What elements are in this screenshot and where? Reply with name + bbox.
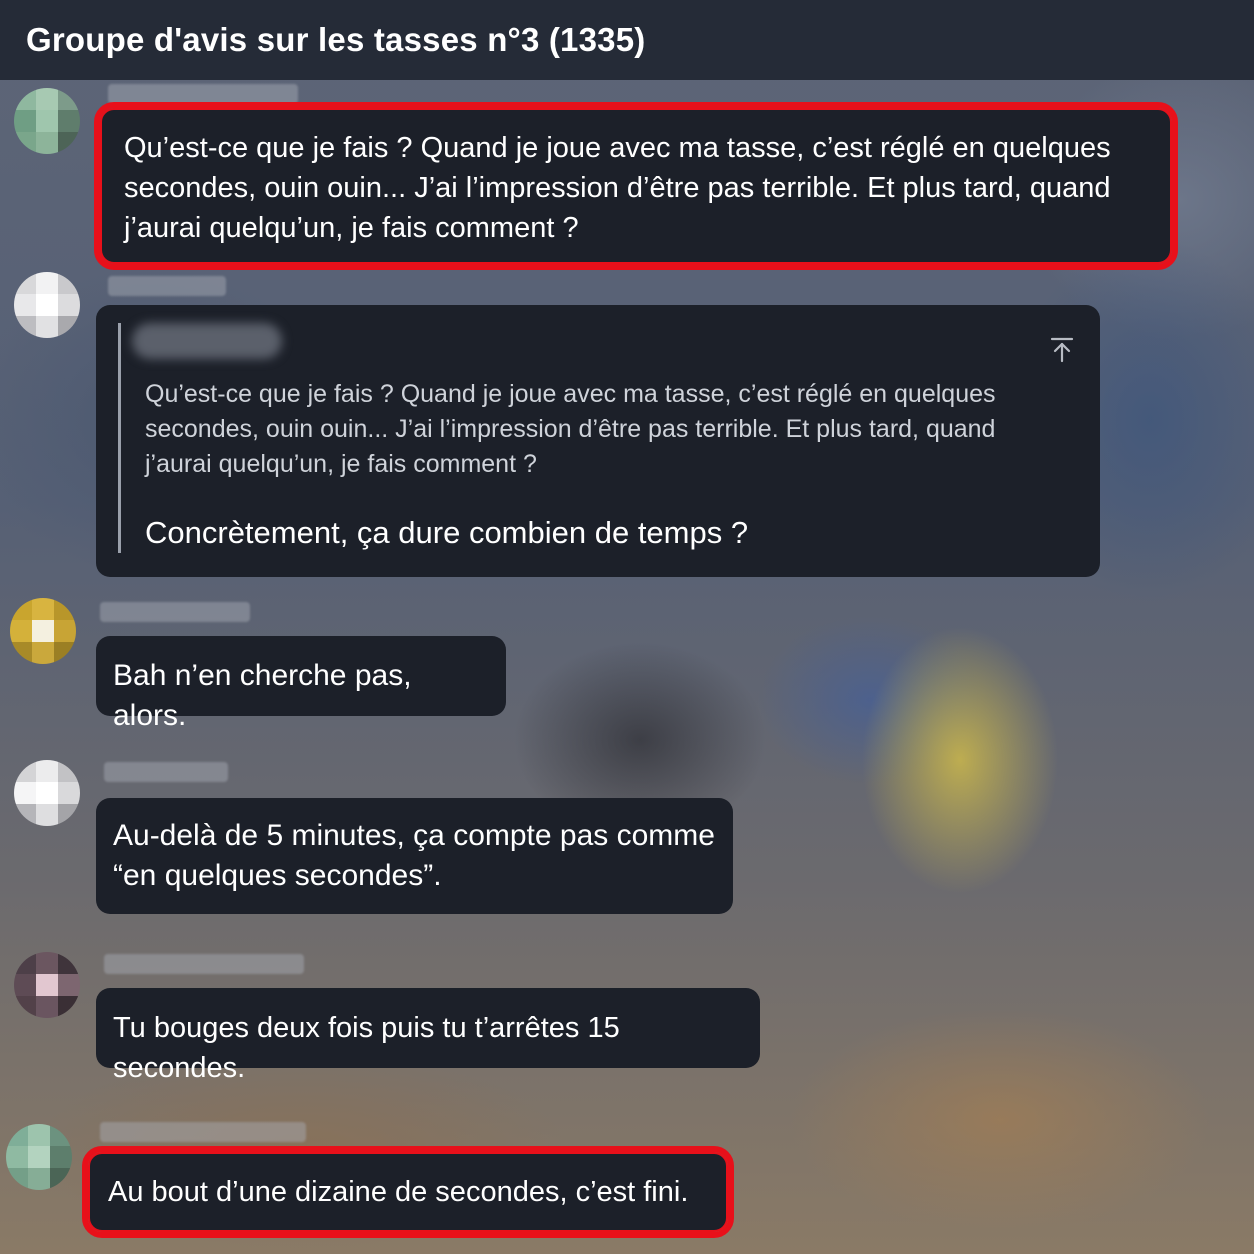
message-text: Au-delà de 5 minutes, ça compte pas comm… <box>113 819 715 892</box>
sender-name <box>104 954 304 974</box>
jump-to-message-icon[interactable] <box>1048 335 1076 363</box>
message-bubble[interactable]: Bah n’en cherche pas, alors. <box>96 636 506 732</box>
sender-name <box>108 84 298 104</box>
chat-title: Groupe d'avis sur les tasses n°3 (1335) <box>26 21 646 58</box>
sender-name <box>104 762 228 782</box>
reply-message-bubble[interactable]: Qu’est-ce que je fais ? Quand je joue av… <box>96 305 1100 577</box>
message-bubble[interactable]: Au bout d’une dizaine de secondes, c’est… <box>82 1146 734 1238</box>
avatar[interactable] <box>14 952 80 1018</box>
avatar[interactable] <box>10 598 76 664</box>
quoted-sender-name <box>132 323 282 359</box>
avatar[interactable] <box>14 272 80 338</box>
avatar[interactable] <box>14 88 80 154</box>
avatar[interactable] <box>6 1124 72 1190</box>
message-text: Concrètement, ça dure combien de temps ? <box>145 515 749 550</box>
message-text: Qu’est-ce que je fais ? Quand je joue av… <box>124 132 1111 244</box>
avatar[interactable] <box>14 760 80 826</box>
message-bubble[interactable]: Qu’est-ce que je fais ? Quand je joue av… <box>94 102 1178 270</box>
chat-header: Groupe d'avis sur les tasses n°3 (1335) <box>0 0 1254 80</box>
sender-name <box>100 1122 306 1142</box>
quoted-message-text: Qu’est-ce que je fais ? Quand je joue av… <box>145 380 996 478</box>
sender-name <box>108 276 226 296</box>
message-text: Au bout d’une dizaine de secondes, c’est… <box>108 1176 689 1208</box>
message-text: Bah n’en cherche pas, alors. <box>113 659 412 732</box>
quote-bar <box>118 323 121 553</box>
sender-name <box>100 602 250 622</box>
message-bubble[interactable]: Tu bouges deux fois puis tu t’arrêtes 15… <box>96 988 760 1084</box>
message-bubble[interactable]: Au-delà de 5 minutes, ça compte pas comm… <box>96 798 733 914</box>
message-text: Tu bouges deux fois puis tu t’arrêtes 15… <box>113 1012 620 1084</box>
